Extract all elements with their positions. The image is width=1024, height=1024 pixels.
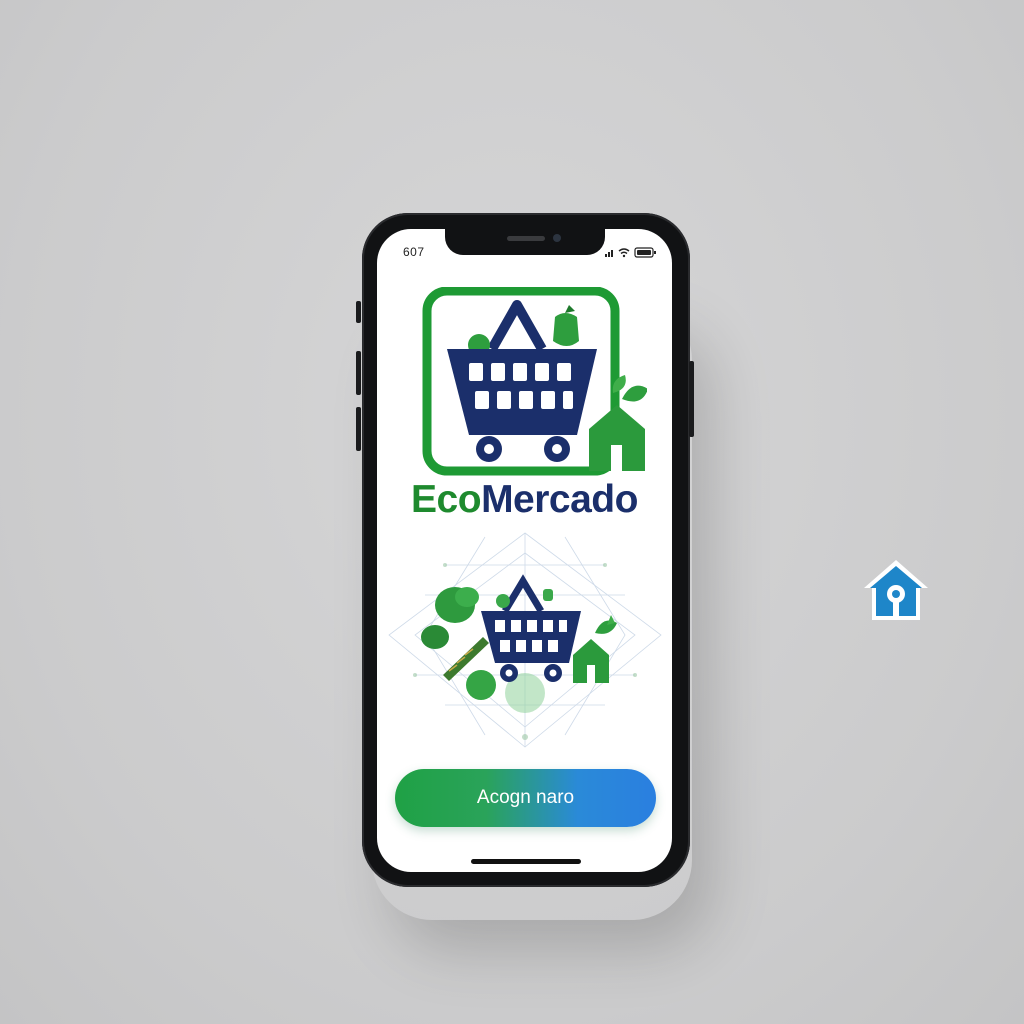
speaker: [507, 236, 545, 241]
home-indicator: [471, 859, 581, 864]
volume-up-button: [356, 351, 361, 395]
volume-down-button: [356, 407, 361, 451]
power-button: [689, 361, 694, 437]
status-time: 607: [403, 245, 425, 259]
battery-icon: [634, 247, 656, 258]
phone-screen: 607 EcoMercado Acogn naro: [377, 229, 672, 872]
brand-title: EcoMercado: [377, 478, 672, 522]
grocery-basket-illustration-icon: [388, 532, 662, 748]
brand-title-eco: Eco: [411, 478, 482, 521]
home-location-icon[interactable]: [862, 556, 930, 624]
shopping-basket-logo-icon: [422, 287, 647, 476]
wifi-icon: [618, 248, 630, 258]
primary-action-button[interactable]: Acogn naro: [395, 769, 656, 827]
mute-switch: [356, 301, 361, 323]
front-camera: [553, 234, 561, 242]
notch: [445, 229, 605, 255]
brand-title-mercado: Mercado: [481, 478, 638, 521]
status-icons: [605, 247, 656, 258]
signal-icon: [605, 250, 613, 257]
